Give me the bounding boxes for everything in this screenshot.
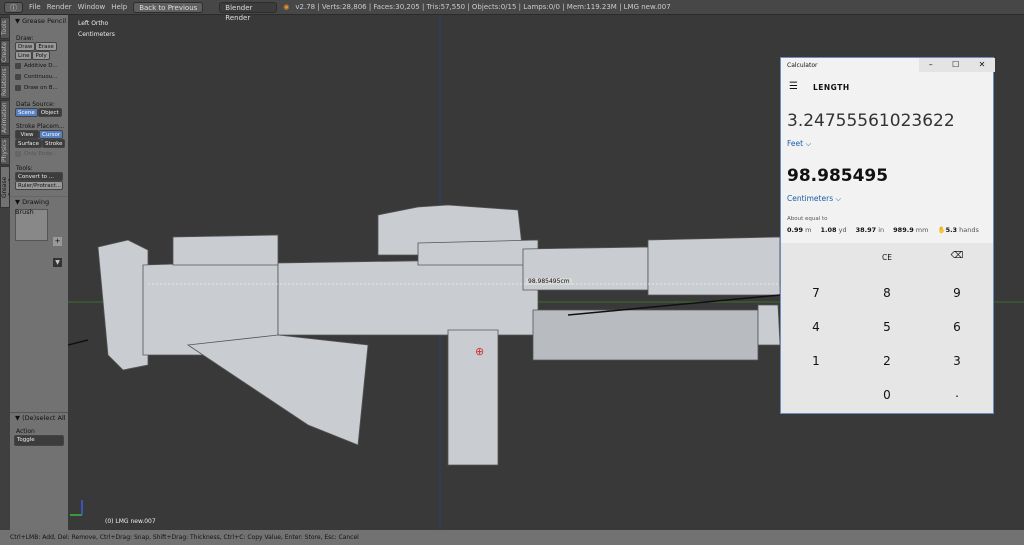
down-arrow-icon[interactable]: ▼ bbox=[53, 258, 62, 267]
key-4[interactable]: 4 bbox=[781, 320, 851, 334]
surface-button[interactable]: Surface bbox=[15, 139, 42, 148]
action-select[interactable]: Toggle bbox=[14, 435, 64, 446]
menu-render[interactable]: Render bbox=[47, 3, 72, 11]
grease-pencil-header[interactable]: ▼ Grease Pencil bbox=[10, 16, 68, 26]
key-2[interactable]: 2 bbox=[852, 354, 922, 368]
tools-label: Tools: bbox=[16, 165, 33, 172]
decimal-key[interactable]: . bbox=[922, 386, 992, 400]
view-button[interactable]: View bbox=[15, 130, 39, 139]
data-source-label: Data Source: bbox=[16, 101, 55, 108]
key-0[interactable]: 0 bbox=[852, 388, 922, 402]
key-1[interactable]: 1 bbox=[781, 354, 851, 368]
equiv-mm: 989.9 mm bbox=[893, 226, 929, 234]
key-7[interactable]: 7 bbox=[781, 286, 851, 300]
equiv-m: 0.99 m bbox=[787, 226, 812, 234]
stroke-placement-label: Stroke Placem... bbox=[16, 123, 65, 130]
draw-on-back-checkbox[interactable]: Draw on B... bbox=[10, 82, 68, 93]
maximize-icon[interactable]: ☐ bbox=[952, 58, 959, 72]
tab-animation[interactable]: Animation bbox=[0, 100, 10, 136]
poly-button[interactable]: Poly bbox=[32, 51, 50, 60]
equiv-hands: ✋5.3 hands bbox=[937, 226, 979, 234]
view-name: Left Ortho bbox=[78, 20, 109, 27]
calc-title: Calculator bbox=[787, 62, 818, 69]
draw-label: Draw: bbox=[16, 35, 34, 42]
key-5[interactable]: 5 bbox=[852, 320, 922, 334]
input-value[interactable]: 3.24755561023622 bbox=[787, 111, 955, 131]
unit-label: Centimeters bbox=[78, 31, 115, 38]
erase-button[interactable]: Erase bbox=[35, 42, 57, 51]
backspace-key[interactable]: ⌫ bbox=[922, 251, 992, 261]
key-6[interactable]: 6 bbox=[922, 320, 992, 334]
about-equal-label: About equal to bbox=[787, 216, 828, 222]
mode-title: LENGTH bbox=[813, 83, 850, 92]
key-8[interactable]: 8 bbox=[852, 286, 922, 300]
minimize-icon[interactable]: – bbox=[929, 58, 933, 72]
active-object-label: (0) LMG new.007 bbox=[105, 518, 156, 525]
menu-window[interactable]: Window bbox=[78, 3, 106, 11]
tab-physics[interactable]: Physics bbox=[0, 137, 10, 165]
add-icon[interactable]: + bbox=[53, 237, 62, 246]
tab-grease-pencil[interactable]: Grease Pencil bbox=[0, 166, 15, 208]
output-value: 98.985495 bbox=[787, 166, 889, 186]
close-icon[interactable]: ✕ bbox=[979, 58, 986, 72]
convert-select[interactable]: Convert to ... bbox=[15, 172, 63, 181]
output-unit-select[interactable]: Centimeters ⌵ bbox=[787, 194, 841, 204]
continuous-checkbox[interactable]: Continuou... bbox=[10, 71, 68, 82]
stroke-button[interactable]: Stroke bbox=[41, 139, 66, 148]
input-unit-select[interactable]: Feet ⌵ bbox=[787, 139, 811, 149]
line-button[interactable]: Line bbox=[15, 51, 33, 60]
equivalents: 0.99 m 1.08 yd 38.97 in 989.9 mm ✋5.3 ha… bbox=[787, 226, 979, 234]
measure-label: 98.985495cm bbox=[526, 278, 572, 285]
blender-logo-icon: ◉ bbox=[283, 3, 290, 11]
keypad: CE ⌫ 7 8 9 4 5 6 1 2 3 0 . bbox=[781, 243, 993, 413]
cursor-button[interactable]: Cursor bbox=[39, 130, 64, 139]
tool-tabs: Tools Create Relations Animation Physics… bbox=[0, 15, 15, 530]
menu-file[interactable]: File bbox=[29, 3, 41, 11]
menu-help[interactable]: Help bbox=[111, 3, 127, 11]
top-bar: ⓘ File Render Window Help Back to Previo… bbox=[0, 0, 1024, 22]
status-bar: Ctrl+LMB: Add, Del: Remove, Ctrl+Drag: S… bbox=[0, 530, 1024, 545]
drawing-brush-header[interactable]: ▼ Drawing Brush bbox=[10, 196, 68, 216]
tool-shelf: ▼ Grease Pencil Draw: Draw Erase Line Poly… bbox=[10, 15, 68, 530]
info-editor-icon[interactable]: ⓘ bbox=[4, 1, 23, 13]
render-engine-select[interactable]: Blender Render bbox=[219, 1, 278, 22]
key-9[interactable]: 9 bbox=[922, 286, 992, 300]
additive-checkbox[interactable]: Additive D... bbox=[10, 60, 68, 71]
equiv-in: 38.97 in bbox=[855, 226, 885, 234]
deselect-all-header[interactable]: ▼ (De)select All bbox=[10, 413, 68, 423]
equiv-yd: 1.08 yd bbox=[820, 226, 847, 234]
ruler-button[interactable]: Ruler/Protract... bbox=[15, 181, 63, 190]
action-label: Action bbox=[16, 428, 35, 435]
tab-create[interactable]: Create bbox=[0, 40, 10, 64]
menu-icon[interactable]: ☰ bbox=[789, 81, 798, 92]
tab-tools[interactable]: Tools bbox=[0, 17, 10, 39]
ce-key[interactable]: CE bbox=[852, 253, 922, 262]
hand-icon: ✋ bbox=[937, 226, 946, 234]
scene-stats: v2.78 | Verts:28,806 | Faces:30,205 | Tr… bbox=[295, 3, 671, 11]
key-3[interactable]: 3 bbox=[922, 354, 992, 368]
calculator-window: Calculator – ☐ ✕ ☰ LENGTH 3.24755561023622… bbox=[780, 57, 995, 414]
tab-relations[interactable]: Relations bbox=[0, 65, 10, 99]
back-to-previous-button[interactable]: Back to Previous bbox=[133, 1, 204, 13]
draw-button[interactable]: Draw bbox=[15, 42, 36, 51]
only-endpoints-checkbox[interactable]: Only Endp... bbox=[10, 148, 68, 159]
3d-cursor-icon[interactable]: ⊕ bbox=[475, 345, 484, 358]
scene-button[interactable]: Scene bbox=[15, 108, 38, 117]
object-button[interactable]: Object bbox=[37, 108, 62, 117]
